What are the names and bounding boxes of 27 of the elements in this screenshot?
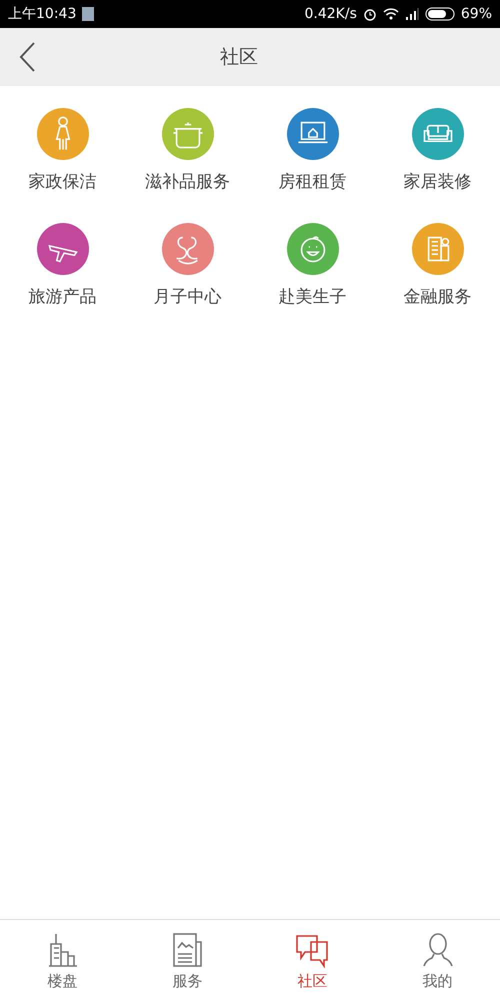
- nav-tab[interactable]: 社区: [250, 920, 375, 1000]
- status-time: 上午10:43: [8, 5, 76, 23]
- service-label[interactable]: 滋补品服务: [145, 170, 230, 193]
- service-label[interactable]: 月子中心: [154, 285, 222, 308]
- sofa-icon[interactable]: [412, 108, 464, 160]
- laptop-icon[interactable]: [286, 108, 338, 160]
- service-label[interactable]: 金融服务: [404, 285, 472, 308]
- service-label[interactable]: 家政保洁: [28, 170, 96, 193]
- alarm-icon: [362, 7, 377, 21]
- notification-icon: [82, 7, 94, 21]
- baby-icon[interactable]: [286, 223, 338, 275]
- battery-percent: 69%: [460, 6, 492, 22]
- service-label[interactable]: 赴美生子: [278, 285, 346, 308]
- service-label[interactable]: 房租租赁: [278, 170, 346, 193]
- pot-icon[interactable]: [162, 108, 214, 160]
- battery-icon: [424, 7, 455, 21]
- woman-icon[interactable]: [36, 108, 88, 160]
- building-icon[interactable]: [412, 223, 464, 275]
- signal-icon: [404, 8, 419, 20]
- wifi-icon: [382, 7, 399, 21]
- nav-tab[interactable]: 服务: [125, 920, 250, 1000]
- nav-tab[interactable]: 我的: [375, 920, 500, 1000]
- nav-tab[interactable]: 楼盘: [0, 920, 125, 1000]
- page-title: 社区: [220, 45, 258, 70]
- service-label[interactable]: 旅游产品: [28, 285, 96, 308]
- service-label[interactable]: 家居装修: [404, 170, 472, 193]
- network-speed: 0.42K/s: [304, 6, 357, 22]
